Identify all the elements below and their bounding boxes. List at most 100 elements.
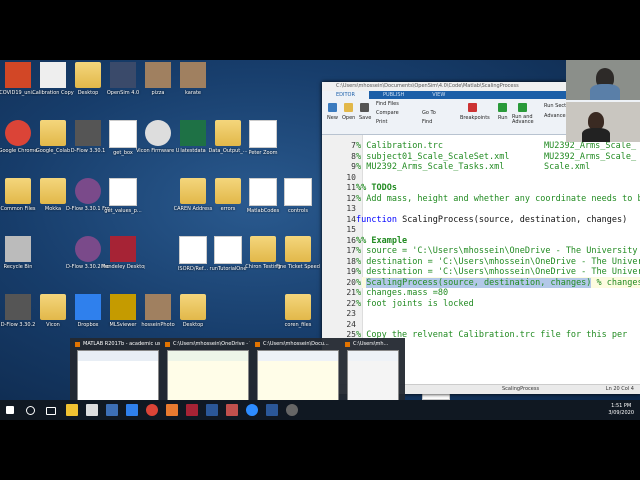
window-thumbnail[interactable]: C:\Users\mhossein\Docu... xyxy=(254,340,340,402)
goto-button[interactable]: Go To xyxy=(422,110,436,116)
chrome-icon xyxy=(5,120,31,146)
save-button[interactable]: Save xyxy=(359,115,371,121)
code-line[interactable]: % changes.mass =80 xyxy=(356,288,448,298)
desktop-icon-label: karate xyxy=(184,90,202,96)
task-view-icon[interactable] xyxy=(46,407,56,415)
window-thumbnail[interactable]: MATLAB R2017b - academic use xyxy=(74,340,160,402)
file-explorer-icon[interactable] xyxy=(66,404,78,416)
code-line[interactable]: function ScalingProcess(source, destinat… xyxy=(356,215,627,225)
opensim-icon[interactable] xyxy=(286,404,298,416)
code-line[interactable]: % Calibration.trc xyxy=(356,141,443,151)
tab-view[interactable]: VIEW xyxy=(418,91,459,99)
desktop-icon-coren-files[interactable]: coren_files xyxy=(276,294,320,328)
desktop-icon-recycle-bin[interactable]: Recycle Bin xyxy=(0,236,40,270)
desktop-icon-controls[interactable]: controls xyxy=(276,178,320,214)
outlook-icon[interactable] xyxy=(266,404,278,416)
run-advance-icon[interactable] xyxy=(518,103,527,112)
store-icon[interactable] xyxy=(86,404,98,416)
find-files-button[interactable]: Find Files xyxy=(376,101,399,107)
zoom-icon[interactable] xyxy=(246,404,258,416)
acrobat-icon[interactable] xyxy=(226,404,238,416)
line-number: 11 xyxy=(346,183,356,192)
code-line[interactable]: % foot joints is locked xyxy=(356,299,474,309)
folder-icon xyxy=(215,120,241,146)
print-button[interactable]: Print xyxy=(376,119,388,125)
new-button[interactable]: New xyxy=(327,115,338,121)
photo-icon xyxy=(180,62,206,88)
desktop-icon-desktop[interactable]: Desktop xyxy=(171,294,215,328)
doc-icon xyxy=(249,178,277,206)
dflow-icon xyxy=(75,120,101,146)
code-text: % changes.1 xyxy=(596,277,640,288)
window-thumbnail[interactable]: C:\Users\mhossein\OneDrive - T... xyxy=(164,340,250,402)
breakpoints-button[interactable]: Breakpoints xyxy=(460,115,490,121)
tab-editor[interactable]: EDITOR xyxy=(322,91,369,99)
open-button[interactable]: Open xyxy=(342,115,355,121)
desktop-icon-label: coren_files xyxy=(284,322,312,328)
code-line[interactable]: %% TODOs xyxy=(356,183,397,193)
line-number: 18 xyxy=(346,256,356,266)
c3d-icon xyxy=(40,62,66,88)
code-line[interactable]: % destination = 'C:\Users\mhossein\OneDr… xyxy=(356,267,640,277)
windows-start-icon[interactable] xyxy=(6,406,14,414)
desktop-icon-mendeley-desktop[interactable]: Mendeley Desktop xyxy=(101,236,145,270)
participant-body xyxy=(582,128,610,142)
desktop-icon-karate[interactable]: karate xyxy=(171,62,215,96)
window-thumbnail[interactable]: C:\Users\mh... xyxy=(344,340,400,402)
code-line[interactable]: % MU2392_Arms_Scale_Tasks.xml xyxy=(356,162,504,172)
desktop-screen: COVID19_uni... Calibration Copy Desktop Ope… xyxy=(0,60,640,420)
desktop-icon-peter-zoom[interactable]: Peter Zoom xyxy=(241,120,285,156)
folder-icon xyxy=(180,294,206,320)
code-line[interactable]: % Add mass, height and whether any coord… xyxy=(356,194,640,204)
desktop-icon-label: Desktop xyxy=(182,322,204,328)
doc-icon xyxy=(109,178,137,206)
desktop-icon-label: get_values_p... xyxy=(104,208,142,214)
desktop-icon-label: Recycle Bin xyxy=(3,264,33,270)
folder-icon xyxy=(250,236,276,262)
code-line[interactable]: % subject01_Scale_ScaleSet.xml xyxy=(356,152,510,162)
doc-icon xyxy=(214,236,242,264)
app-icon[interactable] xyxy=(106,404,118,416)
run-button[interactable]: Run xyxy=(498,115,508,121)
search-icon[interactable] xyxy=(26,406,35,415)
word-icon[interactable] xyxy=(206,404,218,416)
code-line[interactable]: % destination = 'C:\Users\mhossein\OneDr… xyxy=(356,257,640,267)
line-number: 16 xyxy=(346,235,356,245)
desktop-icon-get-values-p[interactable]: get_values_p... xyxy=(101,178,145,214)
code-line[interactable]: %% Example xyxy=(356,236,407,246)
photo-icon xyxy=(145,62,171,88)
line-number: 24 xyxy=(346,319,356,329)
line-number: 14 xyxy=(346,214,356,224)
new-icon[interactable] xyxy=(328,103,337,112)
system-clock[interactable]: 1:51 PM 3/09/2020 xyxy=(608,403,634,417)
thumbnail-title: C:\Users\mhossein\OneDrive - T... xyxy=(164,340,250,348)
tab-publish[interactable]: PUBLISH xyxy=(369,91,418,99)
folder-icon xyxy=(285,236,311,262)
folder-icon xyxy=(40,120,66,146)
status-position: Ln 20 Col 4 xyxy=(605,386,634,392)
desktop-icon-label: Mendeley Desktop xyxy=(101,264,145,270)
desktop-icon-fine-ticket-speed[interactable]: Fine Ticket Speed xyxy=(276,236,320,270)
advance-button[interactable]: Advance xyxy=(544,113,566,119)
participant-body xyxy=(590,84,620,100)
find-button[interactable]: Find xyxy=(422,119,432,125)
code-line[interactable]: % ScalingProcess(source, destination, ch… xyxy=(356,277,640,288)
run-advance-button[interactable]: Run and Advance xyxy=(512,115,538,125)
mendeley-icon xyxy=(110,236,136,262)
dropbox-icon[interactable] xyxy=(126,404,138,416)
folder-icon xyxy=(5,178,31,204)
code-line[interactable]: % source = 'C:\Users\mhossein\OneDrive -… xyxy=(356,246,640,256)
compare-button[interactable]: Compare xyxy=(376,110,399,116)
line-number: 7 xyxy=(351,141,356,150)
mendeley-icon[interactable] xyxy=(186,404,198,416)
code-line-overflow: MU2392_Arms_Scale_ xyxy=(544,151,637,162)
folder-icon xyxy=(215,178,241,204)
save-icon[interactable] xyxy=(360,103,369,112)
run-icon[interactable] xyxy=(498,103,507,112)
selected-code: ScalingProcess(source, destination, chan… xyxy=(366,277,592,288)
breakpoints-icon[interactable] xyxy=(468,103,477,112)
dflow2-icon xyxy=(75,236,101,262)
chrome-icon[interactable] xyxy=(146,404,158,416)
open-icon[interactable] xyxy=(344,103,353,112)
matlab-task-icon[interactable] xyxy=(166,404,178,416)
